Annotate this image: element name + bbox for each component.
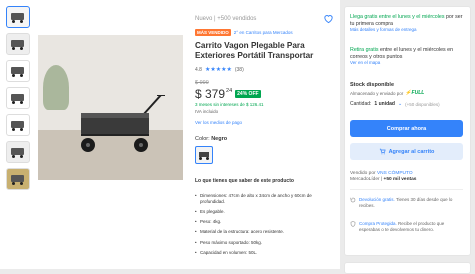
quantity-available: (+50 disponibles) <box>405 101 440 107</box>
payment-methods-link[interactable]: Ver los medios de pago <box>195 120 242 125</box>
best-seller-badge: MÁS VENDIDO <box>195 29 231 36</box>
features-title: Lo que tienes que saber de este producto <box>195 178 294 184</box>
price-main: $ 379 <box>195 87 226 101</box>
feature-item: Es plegable. <box>195 209 335 215</box>
thumbnail-1[interactable] <box>6 6 30 28</box>
wagon-illustration <box>81 95 165 152</box>
stock-status: Stock disponible <box>350 82 395 88</box>
quantity-selector[interactable]: Cantidad: 1 unidad ⌄ (+50 disponibles) <box>350 101 440 107</box>
installments-text: 3 meses sin intereses de $ 126.41 <box>195 102 264 107</box>
free-pickup-label: Retira gratis <box>350 47 379 53</box>
return-policy-link[interactable]: Devolución gratis. <box>359 197 395 202</box>
thumbnail-2[interactable] <box>6 33 30 55</box>
color-swatch-negro[interactable] <box>195 146 213 164</box>
feature-item: Peso máximo soportado: 50kg. <box>195 240 335 246</box>
product-page: Nuevo | +500 vendidos MÁS VENDIDO 2° en C… <box>0 0 475 274</box>
color-label-text: Color: <box>195 136 210 142</box>
seller-tier: MercadoLíder <box>350 177 380 182</box>
full-badge: ⚡FULL <box>405 90 425 96</box>
rating[interactable]: 4.8 ★★★★★ (38) <box>195 66 244 74</box>
shipping-dates: entre el lunes y el miércoles <box>377 14 445 20</box>
buy-now-button[interactable]: Comprar ahora <box>350 120 463 137</box>
chevron-down-icon: ⌄ <box>397 101 403 107</box>
pickup-info: Retira gratis entre el lunes y el miérco… <box>350 47 468 67</box>
sidebar-next-card <box>344 262 471 274</box>
feature-item: Capacidad en volumen: 50L. <box>195 250 335 256</box>
return-icon <box>350 197 356 203</box>
thumbnail-4[interactable] <box>6 87 30 109</box>
feature-item: Peso: 4kg. <box>195 219 335 225</box>
thumbnail-6[interactable] <box>6 141 30 163</box>
sold-by-label: Vendido por <box>350 171 376 176</box>
feature-item: Dimensiones: 47cm de alto x 34cm de anch… <box>195 193 335 204</box>
shipping-details-link[interactable]: Más detalles y formas de entrega <box>350 27 417 32</box>
rating-value: 4.8 <box>195 66 202 73</box>
fulfillment-text: Almacenado y enviado por <box>350 90 404 96</box>
condition-sales: Nuevo | +500 vendidos <box>195 16 257 22</box>
map-link[interactable]: Ver en el mapa <box>350 60 380 65</box>
discount-badge: 24% OFF <box>235 90 261 98</box>
color-selector-label: Color: Negro <box>195 136 227 142</box>
return-policy: Devolución gratis. Tienes 30 días desde … <box>350 197 463 208</box>
product-title: Carrito Vagon Plegable Para Exteriores P… <box>195 41 314 60</box>
free-shipping-label: Llega gratis <box>350 14 378 20</box>
thumbnail-5[interactable] <box>6 114 30 136</box>
seller-sales: +50 mil ventas <box>383 177 417 182</box>
price-cents: 24 <box>226 88 233 94</box>
shipping-info: Llega gratis entre el lunes y el miércol… <box>350 14 468 34</box>
thumbnail-3[interactable] <box>6 60 30 82</box>
iva-text: IVA incluido <box>195 109 219 114</box>
fulfillment-info: Almacenado y enviado por ⚡FULL <box>350 90 424 96</box>
color-value: Negro <box>211 136 228 142</box>
thumbnail-strip <box>6 6 30 195</box>
heart-icon[interactable] <box>323 13 334 24</box>
category-rank-link[interactable]: 2° en Carritos para Mercados <box>234 30 293 35</box>
main-product-image[interactable] <box>38 35 183 180</box>
cart-icon <box>379 148 386 155</box>
add-to-cart-label: Agregar al carrito <box>388 148 435 155</box>
quantity-value[interactable]: 1 unidad <box>374 101 395 107</box>
shield-icon <box>350 221 356 227</box>
badges: MÁS VENDIDO 2° en Carritos para Mercados <box>195 29 293 36</box>
features-list: Dimensiones: 47cm de alto x 34cm de anch… <box>195 193 335 260</box>
star-rating-icon: ★★★★★ <box>204 67 232 73</box>
original-price: $ 999 <box>195 80 209 86</box>
current-price: $ 379 24 24% OFF <box>195 87 261 101</box>
purchase-protection: Compra Protegida. Recibe el producto que… <box>350 221 463 232</box>
seller-info: Vendido por VNS CÓMPUTO MercadoLíder | +… <box>350 171 417 182</box>
add-to-cart-button[interactable]: Agregar al carrito <box>350 143 463 160</box>
thumbnail-7[interactable] <box>6 168 30 190</box>
review-count: (38) <box>234 66 244 73</box>
feature-item: Material de la estructura: acero resiste… <box>195 229 335 235</box>
quantity-label: Cantidad: <box>350 101 372 107</box>
divider <box>350 189 463 190</box>
seller-name-link[interactable]: VNS CÓMPUTO <box>377 171 413 176</box>
protected-purchase-link[interactable]: Compra Protegida. <box>359 221 397 226</box>
